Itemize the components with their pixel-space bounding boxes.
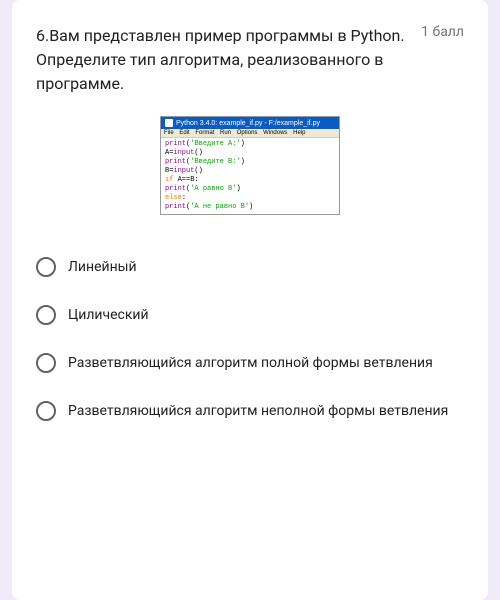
option-3[interactable]: Разветвляющийся алгоритм неполной формы … [36, 391, 464, 431]
menu-item: Help [293, 130, 305, 136]
question-text: 6.Вам представлен пример программы в Pyt… [36, 24, 405, 96]
menu-item: Edit [179, 130, 189, 136]
question-header: 6.Вам представлен пример программы в Pyt… [36, 24, 464, 96]
code-body: print('Введите A:')A=input()print('Введи… [161, 138, 339, 214]
option-label: Разветвляющийся алгоритм неполной формы … [68, 401, 448, 421]
python-icon [165, 119, 173, 127]
radio-icon [36, 353, 56, 373]
question-card: 6.Вам представлен пример программы в Pyt… [12, 0, 488, 600]
menu-item: Windows [263, 130, 287, 136]
menu-item: Options [237, 130, 258, 136]
window-title: Python 3.4.0: example_if.py - F:/example… [176, 120, 320, 127]
option-label: Линейный [68, 257, 137, 277]
option-2[interactable]: Разветвляющийся алгоритм полной формы ве… [36, 343, 464, 383]
option-label: Разветвляющийся алгоритм полной формы ве… [68, 353, 433, 373]
menu-item: Run [220, 130, 231, 136]
option-1[interactable]: Цилический [36, 295, 464, 335]
option-label: Цилический [68, 305, 149, 325]
radio-icon [36, 401, 56, 421]
radio-icon [36, 257, 56, 277]
code-window: Python 3.4.0: example_if.py - F:/example… [160, 116, 340, 215]
menu-item: File [164, 130, 174, 136]
option-0[interactable]: Линейный [36, 247, 464, 287]
points-label: 1 балл [421, 24, 464, 40]
code-menu-bar: File Edit Format Run Options Windows Hel… [161, 129, 339, 138]
code-screenshot: Python 3.4.0: example_if.py - F:/example… [36, 116, 464, 215]
menu-item: Format [195, 130, 214, 136]
radio-icon [36, 305, 56, 325]
options-group: Линейный Цилический Разветвляющийся алго… [36, 247, 464, 431]
code-title-bar: Python 3.4.0: example_if.py - F:/example… [161, 117, 339, 129]
